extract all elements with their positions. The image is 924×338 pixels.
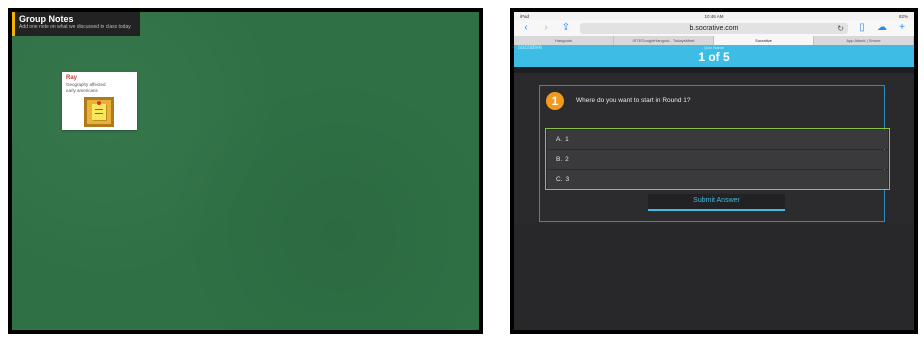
- answer-option-b[interactable]: B. 2: [547, 150, 888, 169]
- answer-text: 2: [565, 156, 569, 163]
- board-title: Group Notes: [19, 14, 74, 24]
- tab-socrative[interactable]: Socrative: [714, 36, 814, 45]
- new-tab-icon[interactable]: +: [896, 22, 908, 34]
- note-author: Ray: [66, 75, 78, 81]
- clock: 10:46 AM: [704, 13, 724, 19]
- answer-option-a[interactable]: A. 1: [547, 130, 888, 149]
- carrier-label: iPad: [520, 13, 530, 19]
- answer-letter: B.: [556, 156, 563, 163]
- padlet-screenshot: Group Notes Add one note on what we disc…: [8, 8, 483, 334]
- question-panel: 1 Where do you want to start in Round 1?…: [539, 85, 890, 222]
- reload-icon[interactable]: ↻: [837, 23, 844, 34]
- ipad-screen: iPad 10:46 AM 82% ‹ › ⇪ b.socrative.com …: [514, 12, 914, 330]
- status-bar: iPad 10:46 AM 82%: [514, 12, 914, 20]
- back-icon[interactable]: ‹: [520, 22, 532, 34]
- address-bar[interactable]: b.socrative.com ↻: [580, 22, 848, 34]
- board-subtitle: Add one note on what we discussed in cla…: [19, 24, 131, 30]
- cloud-tabs-icon[interactable]: ☁: [876, 22, 888, 34]
- socrative-banner: socrative Quiz Name 1 of 5: [514, 45, 914, 67]
- forward-icon[interactable]: ›: [540, 22, 552, 34]
- tab-todaysmeet[interactable]: ISTEGoogleHangout - TodaysMeet: [614, 36, 714, 45]
- sticky-note-icon: [92, 101, 106, 120]
- note-body: Geography affected early americans: [66, 82, 106, 93]
- share-icon[interactable]: ⇪: [560, 22, 572, 34]
- answer-list: A. 1 B. 2 C. 3: [545, 128, 890, 190]
- url-text: b.socrative.com: [689, 24, 739, 32]
- sticky-note-image: [84, 97, 114, 127]
- submit-answer-button[interactable]: Submit Answer: [648, 194, 785, 211]
- note-card[interactable]: Ray Geography affected early americans: [62, 72, 137, 130]
- banner-shadow: [514, 67, 914, 73]
- ipad-screenshot: iPad 10:46 AM 82% ‹ › ⇪ b.socrative.com …: [510, 8, 918, 334]
- board-header: Group Notes Add one note on what we disc…: [12, 12, 140, 36]
- answer-letter: A.: [556, 136, 563, 143]
- browser-toolbar: ‹ › ⇪ b.socrative.com ↻ ▯ ☁ +: [514, 20, 914, 36]
- question-progress: 1 of 5: [698, 50, 730, 64]
- tab-strip: Hangouts ISTEGoogleHangout - TodaysMeet …: [514, 36, 914, 45]
- answer-text: 3: [565, 176, 570, 183]
- question-number-badge: 1: [546, 92, 564, 110]
- answer-letter: C.: [556, 176, 563, 183]
- answer-text: 1: [565, 136, 569, 143]
- bookmarks-icon[interactable]: ▯: [856, 22, 868, 34]
- tab-hangouts[interactable]: Hangouts: [514, 36, 614, 45]
- battery-level: 82%: [898, 13, 908, 19]
- empty-content-area: [514, 224, 914, 330]
- question-text: Where do you want to start in Round 1?: [576, 97, 691, 104]
- socrative-logo: socrative: [518, 45, 543, 51]
- answer-option-c[interactable]: C. 3: [547, 170, 888, 189]
- padlet-board[interactable]: Group Notes Add one note on what we disc…: [12, 12, 479, 330]
- pushpin-icon: [97, 101, 101, 105]
- tab-smore[interactable]: App Attack | Smore: [814, 36, 914, 45]
